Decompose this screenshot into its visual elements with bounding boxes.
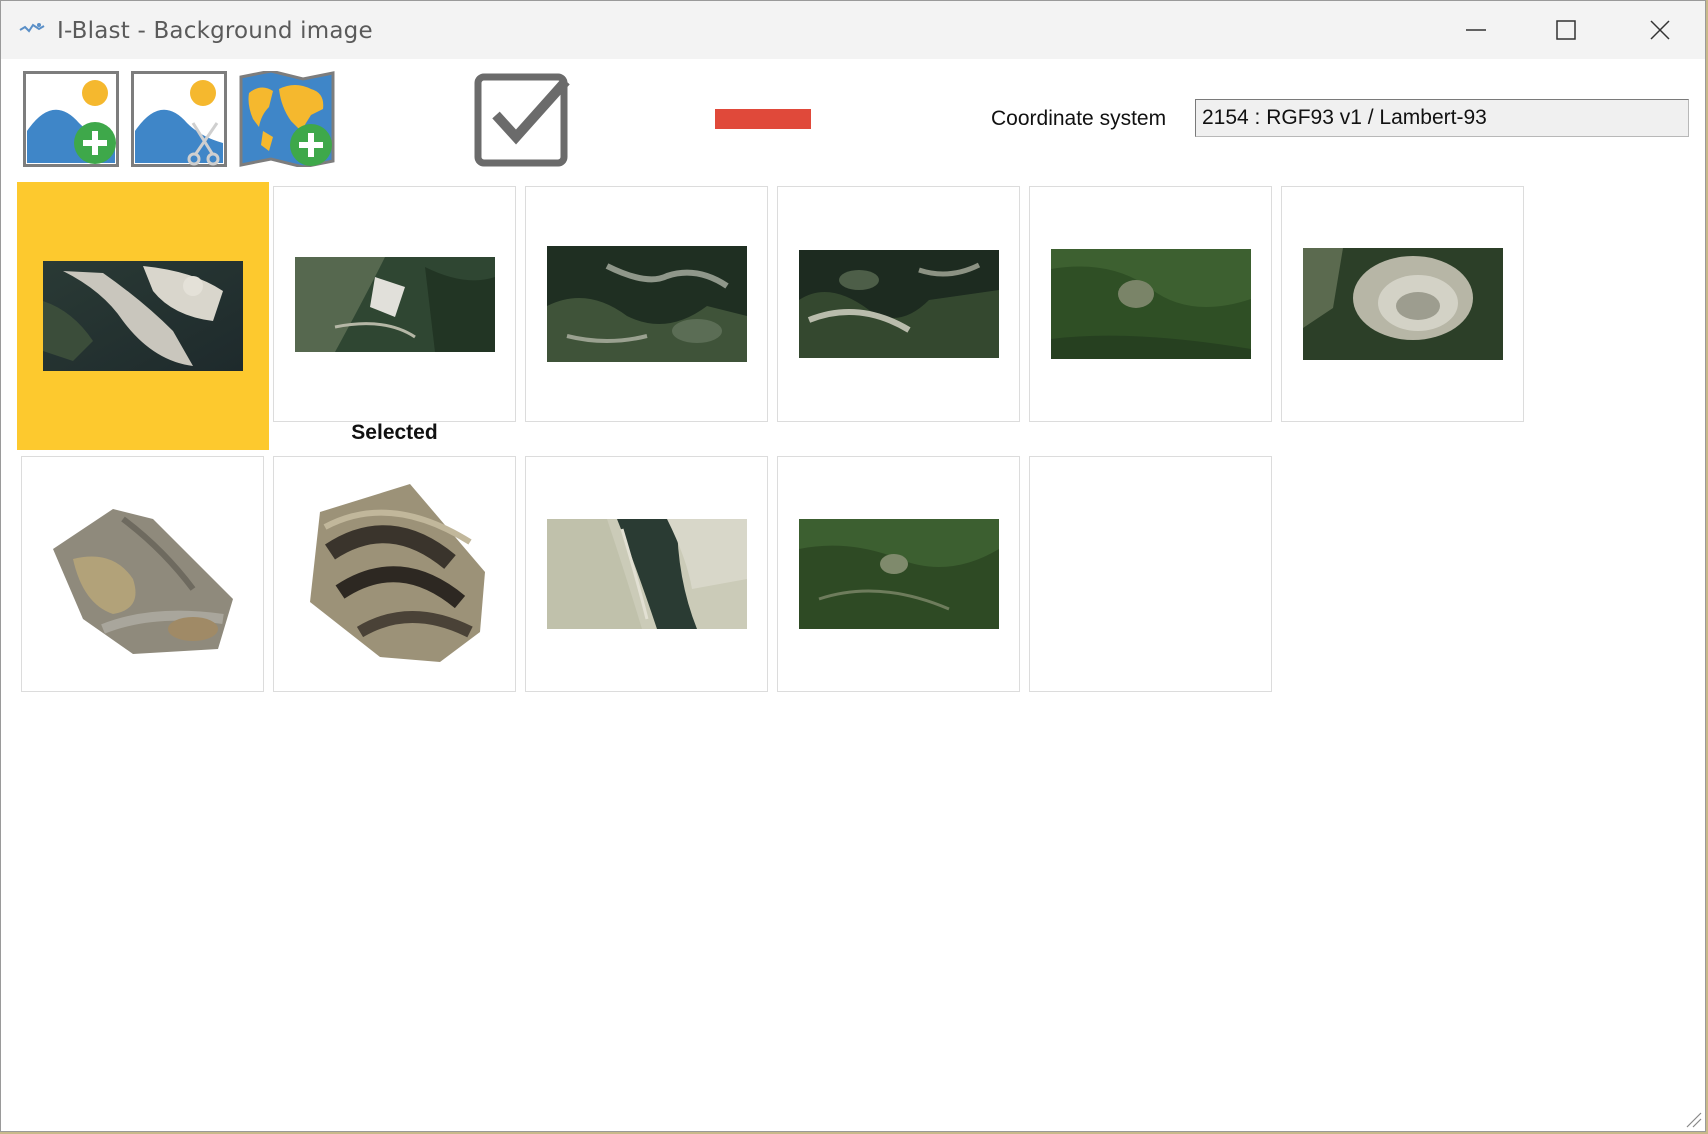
coordinate-system-field[interactable]: 2154 : RGF93 v1 / Lambert-93 (1195, 99, 1689, 137)
app-icon (19, 23, 45, 33)
toolbar: Coordinate system 2154 : RGF93 v1 / Lamb… (1, 59, 1705, 179)
aerial-thumbnail-6 (1302, 248, 1503, 360)
aerial-thumbnail-4 (798, 250, 999, 358)
thumbnail-tile-7[interactable] (21, 456, 264, 692)
aerial-thumbnail-10 (798, 519, 999, 629)
thumbnail-tile-8[interactable] (273, 456, 516, 692)
window-title: I-Blast - Background image (57, 18, 373, 44)
image-add-icon (23, 71, 119, 167)
maximize-button[interactable] (1521, 1, 1611, 59)
resize-grip-icon[interactable] (1683, 1109, 1703, 1129)
checkbox-check-icon (474, 73, 570, 167)
close-icon (1650, 20, 1670, 40)
thumbnail-tile-3[interactable] (525, 186, 768, 422)
title-bar[interactable]: I-Blast - Background image (1, 1, 1705, 59)
maximize-icon (1556, 20, 1576, 40)
status-indicator-bar (715, 109, 811, 129)
aerial-thumbnail-3 (546, 246, 747, 362)
aerial-thumbnail-2 (294, 256, 495, 352)
close-button[interactable] (1615, 1, 1705, 59)
aerial-thumbnail-9 (546, 519, 747, 629)
aerial-thumbnail-1 (43, 261, 243, 371)
drone-thumbnail-8 (309, 483, 485, 662)
validate-button[interactable] (474, 71, 570, 167)
thumbnail-tile-6[interactable] (1281, 186, 1524, 422)
thumbnail-tile-4[interactable] (777, 186, 1020, 422)
coordinate-system-label: Coordinate system (991, 107, 1167, 130)
world-map-add-icon (239, 71, 335, 167)
background-image-window: I-Blast - Background image Coordinate sy… (0, 0, 1706, 1132)
thumbnail-tile-11[interactable] (1029, 456, 1272, 692)
thumbnail-tile-5[interactable] (1029, 186, 1272, 422)
selected-label: Selected (351, 421, 438, 444)
add-image-button[interactable] (23, 71, 119, 167)
image-scissors-icon (131, 71, 227, 167)
drone-thumbnail-7 (52, 509, 233, 654)
thumbnail-tile-1[interactable] (17, 182, 269, 450)
aerial-thumbnail-5 (1050, 249, 1251, 359)
add-map-button[interactable] (239, 71, 335, 167)
thumbnail-tile-10[interactable] (777, 456, 1020, 692)
crop-image-button[interactable] (131, 71, 227, 167)
thumbnail-tile-9[interactable] (525, 456, 768, 692)
thumbnail-tile-2[interactable] (273, 186, 516, 422)
minimize-icon (1466, 29, 1486, 31)
minimize-button[interactable] (1431, 1, 1521, 59)
